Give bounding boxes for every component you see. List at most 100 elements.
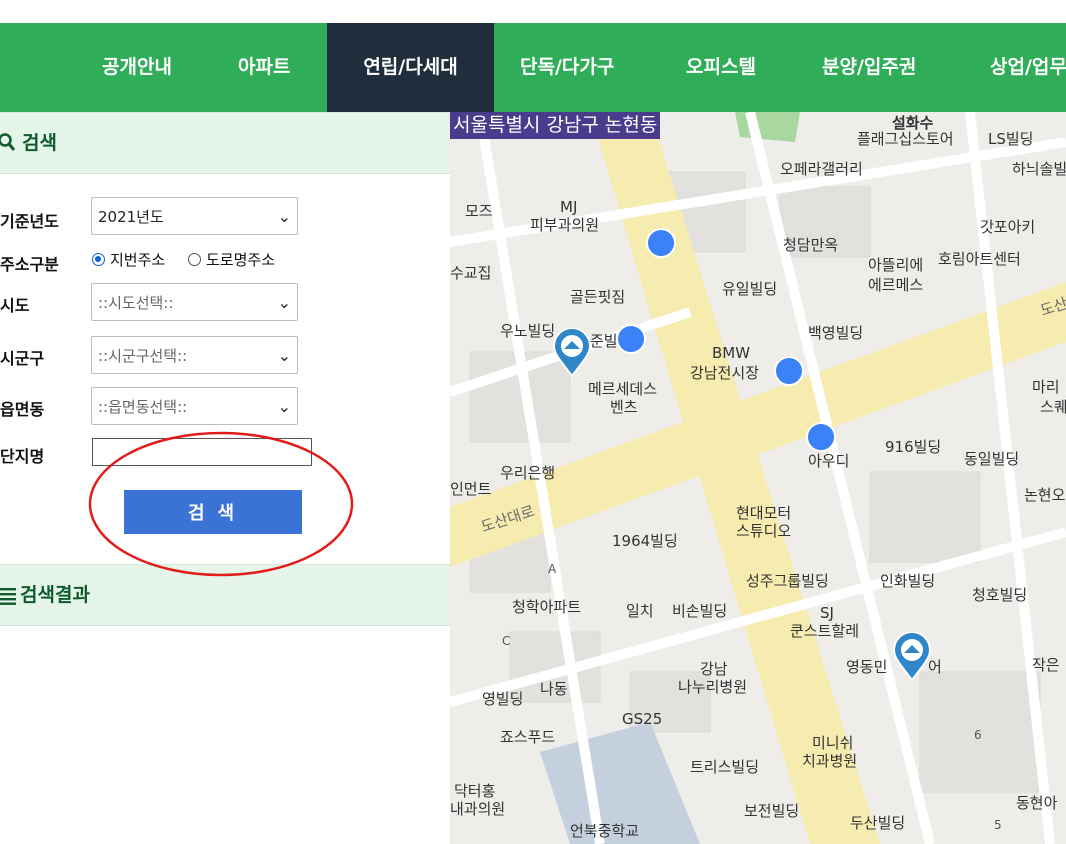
map-label: 논현오 <box>1024 486 1066 504</box>
map-label: 벤츠 <box>610 398 638 416</box>
map-label: 두산빌딩 <box>850 814 906 832</box>
map-label: 작은 <box>1032 656 1060 674</box>
map-label: 수교집 <box>450 264 492 282</box>
map-label: 스튜디오 <box>736 522 792 540</box>
map-label: 우리은행 <box>500 464 556 482</box>
map-label: 일치 <box>626 602 654 620</box>
map-label: 인먼트 <box>450 480 492 498</box>
main-nav: 공개안내 아파트 연립/다세대 단독/다가구 오피스텔 분양/입주권 상업/업무 <box>0 23 1066 112</box>
nav-item-presale[interactable]: 분양/입주권 <box>822 23 916 112</box>
sido-label: 시도 <box>0 296 30 315</box>
bus-stop-icon[interactable] <box>806 422 836 452</box>
sido-select[interactable]: ::시도선택:: ⌄ <box>91 283 298 321</box>
search-section-title: 검색 <box>22 132 57 154</box>
map-label: 916빌딩 <box>885 438 942 456</box>
list-icon <box>0 588 16 605</box>
address-type-label: 주소구분 <box>0 255 59 274</box>
year-select-value: 2021년도 <box>98 208 164 226</box>
map-label: 모즈 <box>465 202 493 220</box>
dong-select-value: ::읍면동선택:: <box>98 398 188 416</box>
map-label: 청학아파트 <box>512 598 582 616</box>
location-banner: 서울특별시 강남구 논현동 <box>450 112 661 139</box>
map-label: 하늬솔빌 <box>1012 160 1066 178</box>
map-label: 골든핏짐 <box>570 288 626 306</box>
search-icon <box>0 133 16 151</box>
map-label: 백영빌딩 <box>808 324 864 342</box>
map-label: 비손빌딩 <box>672 602 728 620</box>
map-label: 플래그십스토어 <box>857 130 954 148</box>
map-label: 우노빌딩 <box>500 322 556 340</box>
map-label: 동일빌딩 <box>964 450 1020 468</box>
map-label: 언북중학교 <box>570 822 640 840</box>
nav-item-row-house[interactable]: 연립/다세대 <box>327 23 494 112</box>
nav-item-apartment[interactable]: 아파트 <box>238 23 290 112</box>
chevron-down-icon: ⌄ <box>277 293 291 312</box>
map-label: 내과의원 <box>450 800 506 818</box>
map-label: 5 <box>994 818 1002 832</box>
results-section-title: 검색결과 <box>20 584 90 606</box>
map-label: BMW <box>712 344 751 362</box>
chevron-down-icon: ⌄ <box>277 207 291 226</box>
nav-item-detached[interactable]: 단독/다가구 <box>520 23 614 112</box>
radio-road-button[interactable] <box>188 253 201 266</box>
map-label: 에르메스 <box>868 276 924 294</box>
sigungu-label: 시군구 <box>0 349 45 368</box>
sido-select-value: ::시도선택:: <box>98 294 174 312</box>
radio-road-label: 도로명주소 <box>206 251 276 269</box>
map-label: 갓포아키 <box>980 218 1036 236</box>
chevron-down-icon: ⌄ <box>277 397 291 416</box>
map-label: C <box>502 634 511 648</box>
map-label: 영빌딩 <box>482 690 524 708</box>
map-label: 쿤스트할레 <box>790 622 860 640</box>
map-label: 피부과의원 <box>530 216 600 234</box>
dong-select[interactable]: ::읍면동선택:: ⌄ <box>91 387 298 425</box>
map-label: 호림아트센터 <box>938 250 1021 268</box>
map-label: 오페라갤러리 <box>780 160 863 178</box>
bus-stop-icon[interactable] <box>616 324 646 354</box>
map-label: 1964빌딩 <box>612 532 678 550</box>
radio-jibun-button[interactable] <box>92 253 105 266</box>
map-label: 스퀘 <box>1040 398 1066 416</box>
map-view[interactable]: 서울특별시 강남구 논현동 설화수 플래그십스토어 LS빌딩 하늬솔빌 오페라갤… <box>450 112 1066 844</box>
radio-road[interactable]: 도로명주소 <box>188 249 275 270</box>
map-label: 아우디 <box>808 452 850 470</box>
map-label: 마리 <box>1032 378 1060 396</box>
map-label: 준빌 <box>590 332 618 350</box>
map-label: 보전빌딩 <box>744 802 800 820</box>
bus-stop-icon[interactable] <box>646 228 676 258</box>
house-marker-icon[interactable] <box>892 632 932 682</box>
map-label: 강남전시장 <box>690 364 760 382</box>
map-label: 청호빌딩 <box>972 586 1028 604</box>
map-label: 나동 <box>540 680 568 698</box>
chevron-down-icon: ⌄ <box>277 346 291 365</box>
year-label: 기준년도 <box>0 212 59 231</box>
complex-name-label: 단지명 <box>0 447 45 466</box>
map-label: 치과병원 <box>802 752 858 770</box>
annotation-circle <box>88 431 354 577</box>
map-label: 트리스빌딩 <box>690 758 760 776</box>
map-label: LS빌딩 <box>988 130 1034 148</box>
map-label: 죠스푸드 <box>500 728 556 746</box>
map-label: 아뜰리에 <box>868 256 924 274</box>
map-label: 영동민 <box>846 658 888 676</box>
radio-jibun[interactable]: 지번주소 <box>92 249 165 270</box>
nav-item-commercial[interactable]: 상업/업무 <box>990 23 1066 112</box>
nav-item-disclosure[interactable]: 공개안내 <box>102 23 172 112</box>
sigungu-select[interactable]: ::시군구선택:: ⌄ <box>91 336 298 374</box>
map-label: 6 <box>974 728 982 742</box>
radio-jibun-label: 지번주소 <box>110 251 166 269</box>
sigungu-select-value: ::시군구선택:: <box>98 347 188 365</box>
house-marker-icon[interactable] <box>552 328 592 378</box>
nav-item-officetel[interactable]: 오피스텔 <box>686 23 756 112</box>
year-select[interactable]: 2021년도 ⌄ <box>91 197 298 235</box>
map-label: 유일빌딩 <box>722 280 778 298</box>
map-label: 동현아 <box>1016 794 1058 812</box>
map-label: 나누리병원 <box>678 678 748 696</box>
map-label: 청담만옥 <box>783 236 839 254</box>
search-section-header: 검색 <box>0 112 450 174</box>
map-label: GS25 <box>622 710 663 728</box>
map-label: 성주그룹빌딩 <box>746 572 829 590</box>
map-label: A <box>548 562 557 576</box>
map-label: 인화빌딩 <box>880 572 936 590</box>
bus-stop-icon[interactable] <box>774 356 804 386</box>
